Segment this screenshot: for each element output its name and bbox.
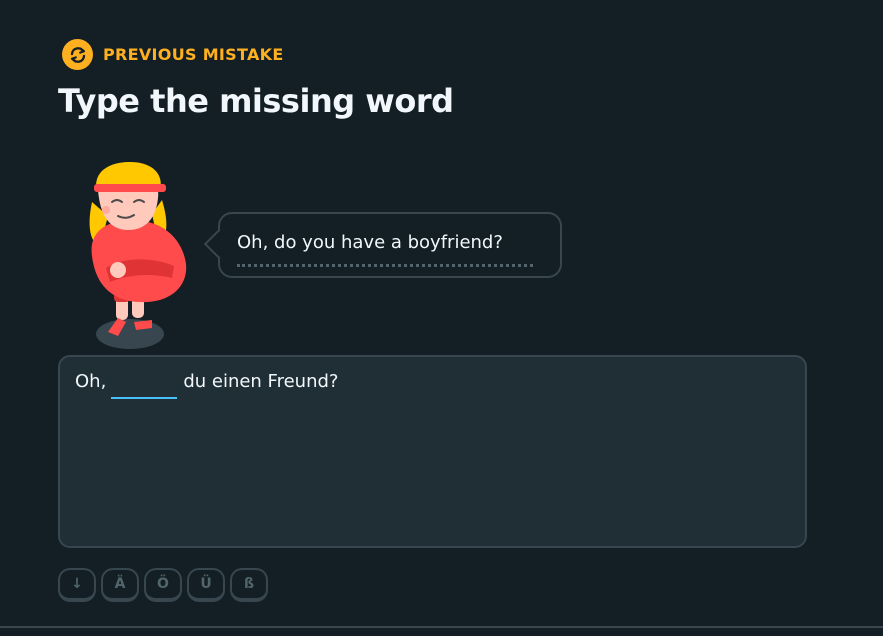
speech-bubble: Oh, do you have a boyfriend? (203, 212, 562, 278)
missing-word-input[interactable] (111, 371, 178, 399)
key-o-umlaut[interactable]: Ö (144, 568, 182, 602)
sentence-before: Oh, (75, 371, 107, 392)
key-eszett[interactable]: ß (230, 568, 268, 602)
key-u-umlaut[interactable]: Ü (187, 568, 225, 602)
character-illustration (78, 160, 198, 356)
lesson-page: PREVIOUS MISTAKE Type the missing word O… (0, 0, 883, 636)
hint-underline (237, 264, 533, 267)
prompt-sentence[interactable]: Oh, do you have a boyfriend? (237, 232, 503, 253)
collapse-arrow-icon: ↓ (71, 576, 83, 592)
footer-divider (0, 626, 883, 628)
special-characters-keyboard: ↓ Ä Ö Ü ß (58, 568, 268, 602)
previous-mistake-badge: PREVIOUS MISTAKE (62, 39, 284, 70)
collapse-keyboard-button[interactable]: ↓ (58, 568, 96, 602)
sentence-after: du einen Freund? (183, 371, 339, 392)
speech-bubble-tail (203, 229, 233, 259)
fill-in-sentence: Oh, du einen Freund? (75, 371, 338, 399)
refresh-icon (62, 39, 93, 70)
key-a-umlaut[interactable]: Ä (101, 568, 139, 602)
badge-label: PREVIOUS MISTAKE (103, 45, 284, 64)
page-title: Type the missing word (58, 82, 454, 120)
answer-panel: Oh, du einen Freund? (58, 355, 807, 548)
